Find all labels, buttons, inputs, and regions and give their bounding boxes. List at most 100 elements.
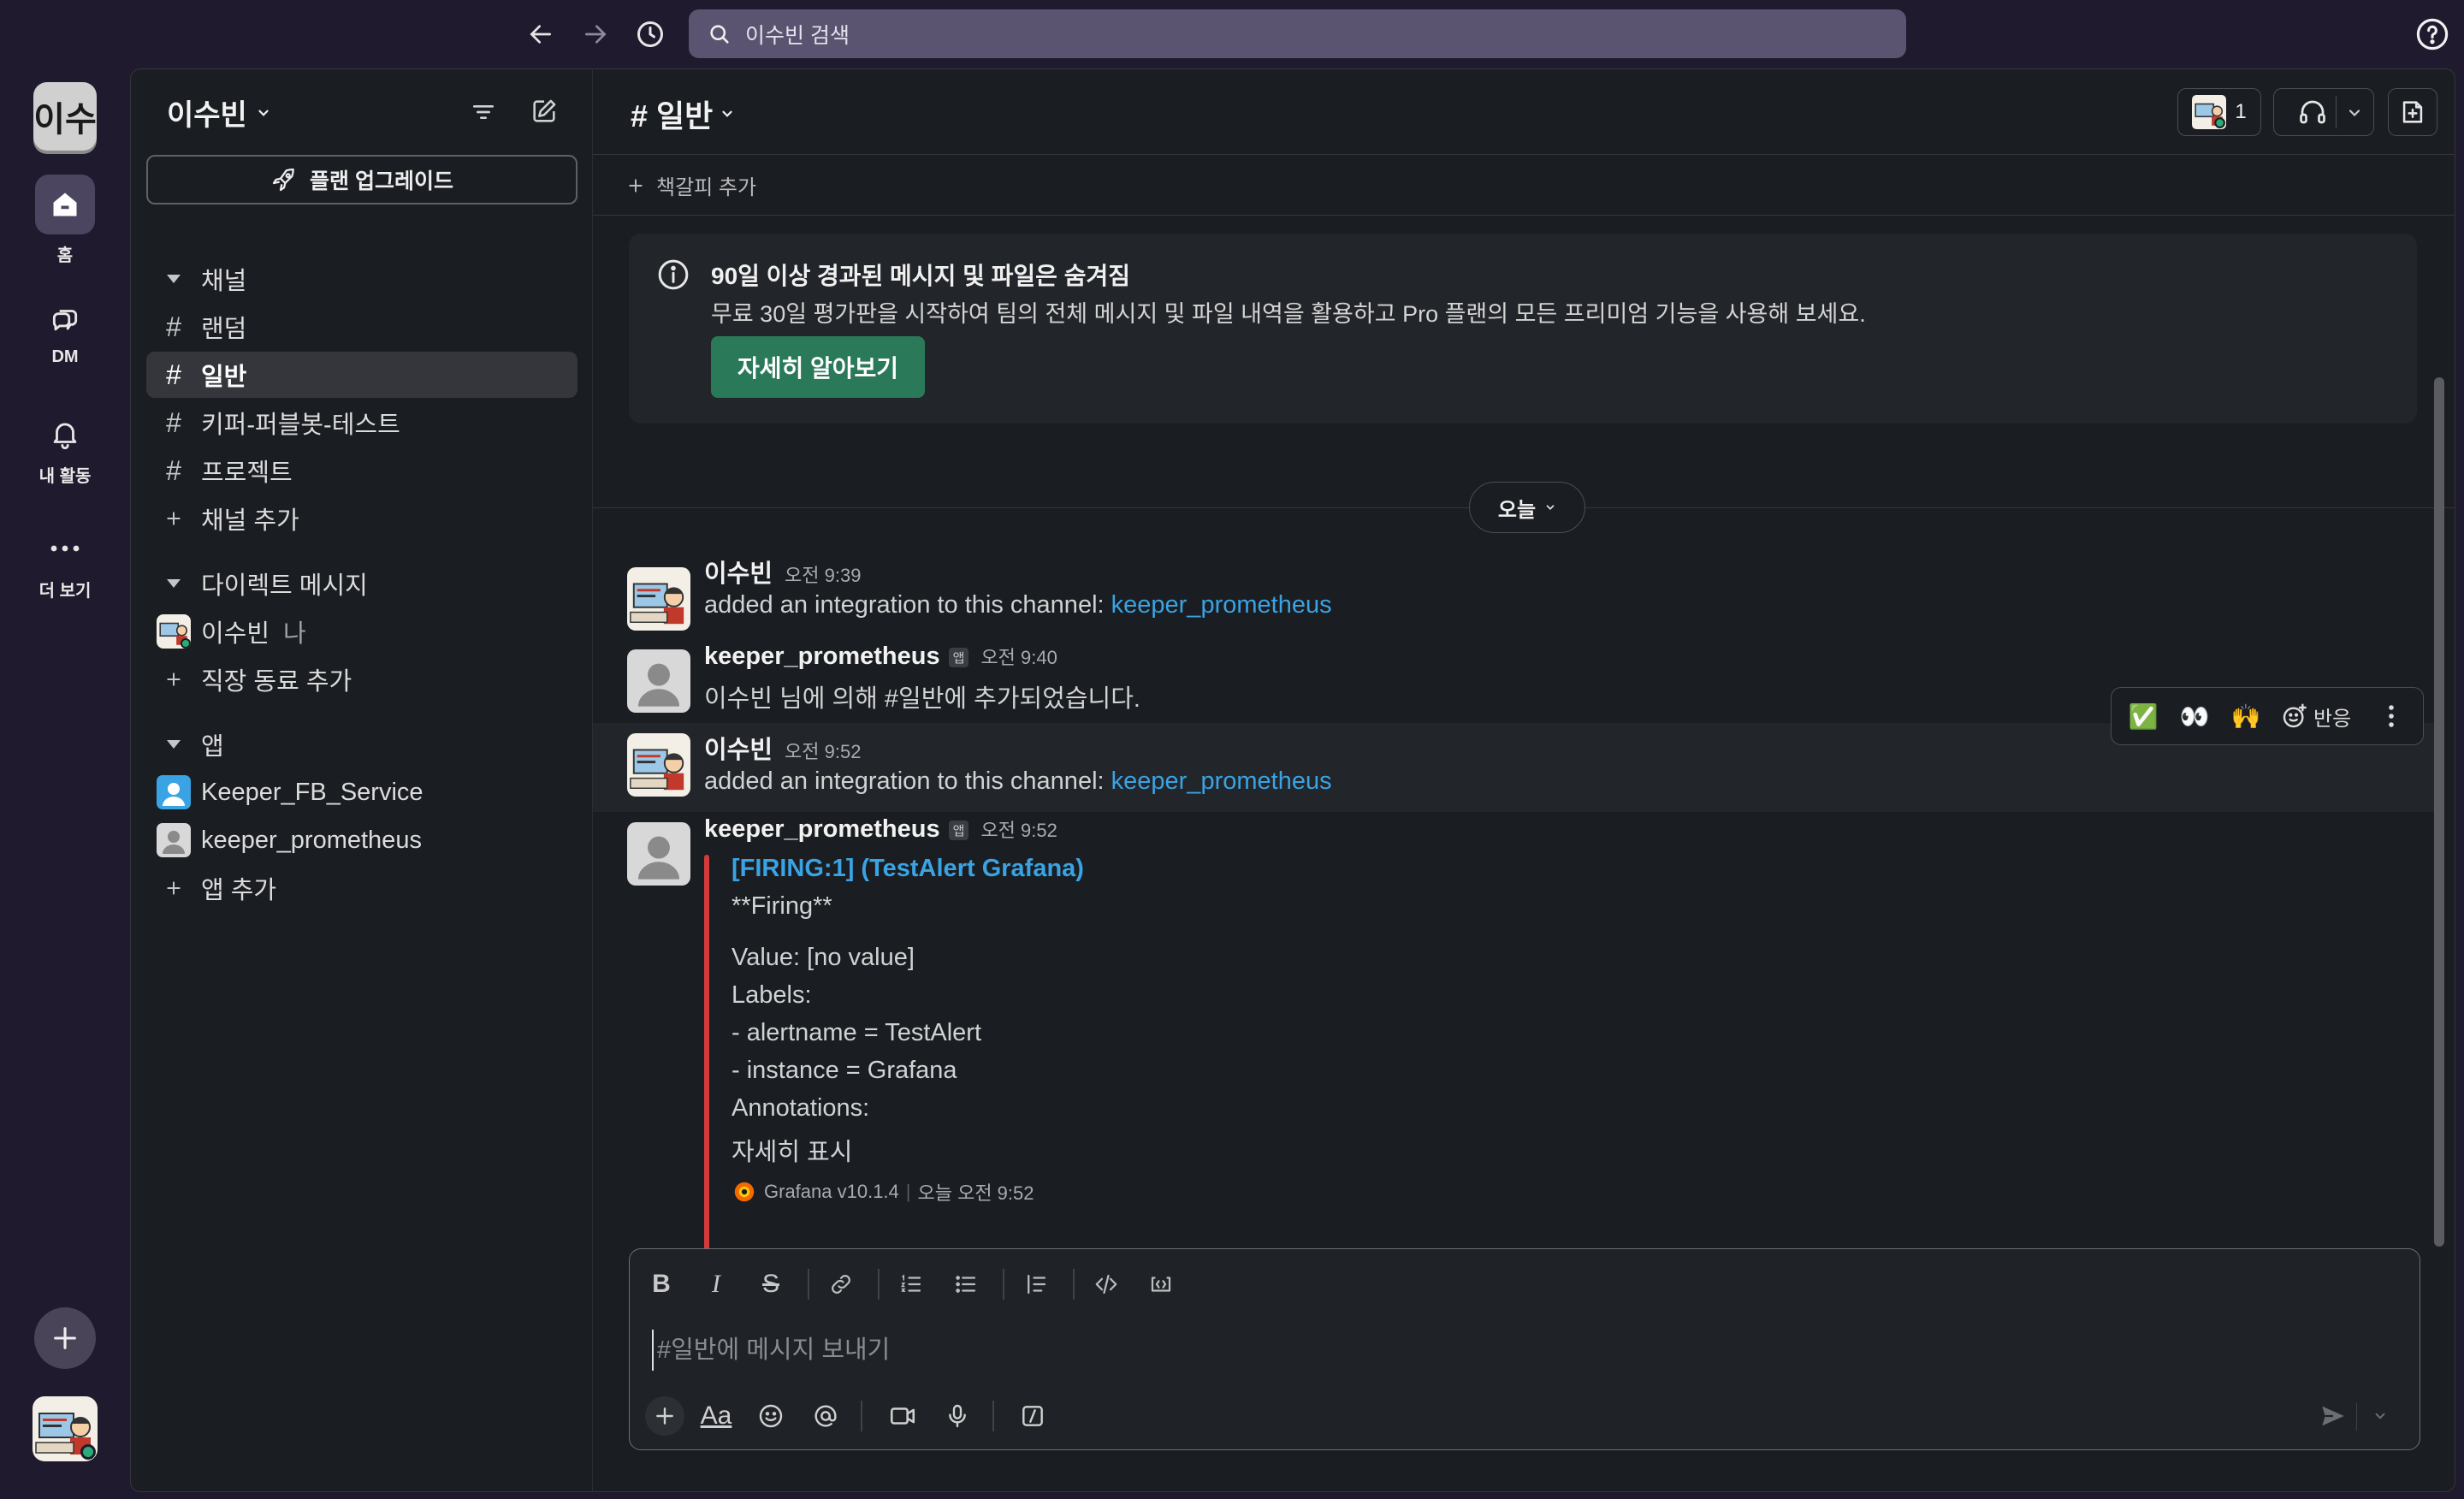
- avatar[interactable]: [627, 822, 690, 886]
- add-app-button[interactable]: 앱 추가: [146, 865, 578, 911]
- reaction-check-emoji[interactable]: ✅: [2120, 693, 2166, 739]
- show-more-link[interactable]: 자세히 표시: [732, 1132, 852, 1168]
- avatar[interactable]: [627, 567, 690, 631]
- plus-icon: [146, 880, 201, 897]
- rail-item-more[interactable]: 더 보기: [0, 518, 130, 601]
- author-name: 이수빈: [704, 737, 773, 764]
- sidebar-item-app-keeper-fb[interactable]: Keeper_FB_Service: [146, 769, 578, 815]
- add-bookmark-button[interactable]: 책갈피 추가: [593, 156, 2455, 216]
- avatar[interactable]: [627, 649, 690, 713]
- microphone-icon[interactable]: [938, 1396, 977, 1436]
- send-icon[interactable]: [2313, 1396, 2353, 1436]
- huddle-button[interactable]: [2273, 88, 2374, 136]
- plus-icon: [146, 510, 201, 527]
- reaction-raised-hands-emoji[interactable]: 🙌: [2223, 693, 2269, 739]
- channel-sidebar: 이수빈 플랜 업그레이드 채널 # 랜덤 # 일반 # 키퍼-퍼블봇-테스트 #…: [130, 68, 592, 1492]
- message-time[interactable]: 오전 9:52: [980, 820, 1057, 841]
- members-button[interactable]: 1: [2177, 88, 2261, 136]
- blockquote-icon[interactable]: [1016, 1265, 1056, 1304]
- learn-more-button[interactable]: 자세히 알아보기: [711, 336, 925, 398]
- format-toggle-icon[interactable]: Aa: [696, 1396, 736, 1436]
- upgrade-plan-button[interactable]: 플랜 업그레이드: [146, 155, 578, 204]
- add-coworker-button[interactable]: 직장 동료 추가: [146, 656, 578, 702]
- reaction-eyes-emoji[interactable]: 👀: [2171, 693, 2218, 739]
- compose-icon[interactable]: [530, 97, 559, 126]
- avatar[interactable]: [627, 733, 690, 797]
- caret-down-icon: [146, 738, 201, 750]
- back-arrow-icon[interactable]: [522, 15, 560, 53]
- mention-icon[interactable]: [806, 1396, 845, 1436]
- chevron-down-icon[interactable]: [2346, 104, 2363, 121]
- top-bar: 이수빈 검색: [0, 0, 2464, 68]
- message-author[interactable]: 이수빈 오전 9:52: [704, 730, 861, 766]
- sidebar-item-channel-random[interactable]: # 랜덤: [146, 304, 578, 350]
- channel-label: 일반: [201, 364, 247, 391]
- channel-label: 프로젝트: [201, 459, 293, 487]
- channel-title-button[interactable]: # 일반: [631, 92, 735, 136]
- channel-label: 키퍼-퍼블봇-테스트: [201, 412, 400, 439]
- forward-arrow-icon[interactable]: [577, 15, 614, 53]
- sidebar-item-channel-keeper-test[interactable]: # 키퍼-퍼블봇-테스트: [146, 400, 578, 446]
- italic-icon[interactable]: I: [696, 1265, 736, 1304]
- dm-section-header[interactable]: 다이렉트 메시지: [146, 560, 578, 607]
- message-time[interactable]: 오전 9:40: [980, 647, 1057, 668]
- rail-item-dm[interactable]: DM: [0, 289, 130, 367]
- apps-section-header[interactable]: 앱: [146, 721, 578, 767]
- video-icon[interactable]: [883, 1396, 922, 1436]
- message-author[interactable]: keeper_prometheus 앱 오전 9:40: [704, 643, 1057, 671]
- more-actions-icon[interactable]: [2368, 693, 2414, 739]
- message-body: added an integration to this channel: ke…: [704, 767, 1332, 796]
- help-icon[interactable]: [2414, 16, 2450, 52]
- channels-section-header[interactable]: 채널: [146, 256, 578, 302]
- code-icon[interactable]: [1087, 1265, 1126, 1304]
- send-options-chevron-icon[interactable]: [2365, 1396, 2396, 1436]
- members-count: 1: [2235, 100, 2247, 123]
- search-bar[interactable]: 이수빈 검색: [689, 9, 1906, 58]
- alert-title-link[interactable]: [FIRING:1] (TestAlert Grafana): [732, 855, 1084, 883]
- add-workspace-button[interactable]: [34, 1307, 96, 1369]
- add-channel-label: 채널 추가: [201, 507, 299, 535]
- scrollbar[interactable]: [2434, 377, 2444, 1247]
- strikethrough-icon[interactable]: S: [751, 1265, 791, 1304]
- attach-plus-icon[interactable]: [645, 1396, 684, 1436]
- app-label: keeper_prometheus: [201, 826, 422, 854]
- message[interactable]: 이수빈 오전 9:39 added an integration to this …: [593, 554, 2441, 643]
- rail-item-activity[interactable]: 내 활동: [0, 404, 130, 487]
- integration-link[interactable]: keeper_prometheus: [1111, 591, 1332, 619]
- bullet-list-icon[interactable]: [946, 1265, 986, 1304]
- message-input[interactable]: #일반에 메시지 보내기: [652, 1330, 2397, 1371]
- rail-item-home[interactable]: 홈: [0, 175, 130, 266]
- user-avatar[interactable]: [33, 1396, 98, 1461]
- bold-icon[interactable]: B: [642, 1265, 681, 1304]
- history-icon[interactable]: [631, 15, 669, 53]
- app-avatar: [146, 823, 201, 857]
- slash-command-icon[interactable]: [1013, 1396, 1052, 1436]
- add-reaction-button[interactable]: 반응: [2274, 693, 2358, 739]
- sidebar-item-dm-self[interactable]: 이수빈 나: [146, 608, 578, 655]
- add-channel-button[interactable]: 채널 추가: [146, 495, 578, 542]
- message-time[interactable]: 오전 9:52: [785, 741, 861, 762]
- bell-icon: [35, 404, 95, 464]
- chevron-down-icon: [258, 110, 269, 116]
- search-icon: [710, 24, 729, 44]
- footer-time: 오늘 오전 9:52: [917, 1182, 1034, 1204]
- link-icon[interactable]: [821, 1265, 861, 1304]
- message-time[interactable]: 오전 9:39: [785, 565, 861, 586]
- emoji-icon[interactable]: [751, 1396, 791, 1436]
- app-badge: 앱: [948, 647, 969, 667]
- filter-icon[interactable]: [470, 98, 497, 126]
- sidebar-item-app-keeper-prometheus[interactable]: keeper_prometheus: [146, 817, 578, 863]
- sidebar-item-channel-project[interactable]: # 프로젝트: [146, 447, 578, 494]
- canvas-button[interactable]: [2388, 88, 2437, 136]
- sidebar-item-channel-general[interactable]: # 일반: [146, 352, 578, 398]
- workspace-name-menu[interactable]: 이수빈: [167, 92, 271, 133]
- date-divider-button[interactable]: 오늘: [1469, 482, 1585, 533]
- message-author[interactable]: 이수빈 오전 9:39: [704, 554, 861, 590]
- message-author[interactable]: keeper_prometheus 앱 오전 9:52: [704, 815, 1057, 844]
- avatar: [157, 614, 191, 649]
- ordered-list-icon[interactable]: [891, 1265, 931, 1304]
- app-label: Keeper_FB_Service: [201, 778, 424, 806]
- code-block-icon[interactable]: [1141, 1265, 1181, 1304]
- integration-link[interactable]: keeper_prometheus: [1111, 767, 1332, 795]
- workspace-icon[interactable]: 이수: [33, 82, 97, 151]
